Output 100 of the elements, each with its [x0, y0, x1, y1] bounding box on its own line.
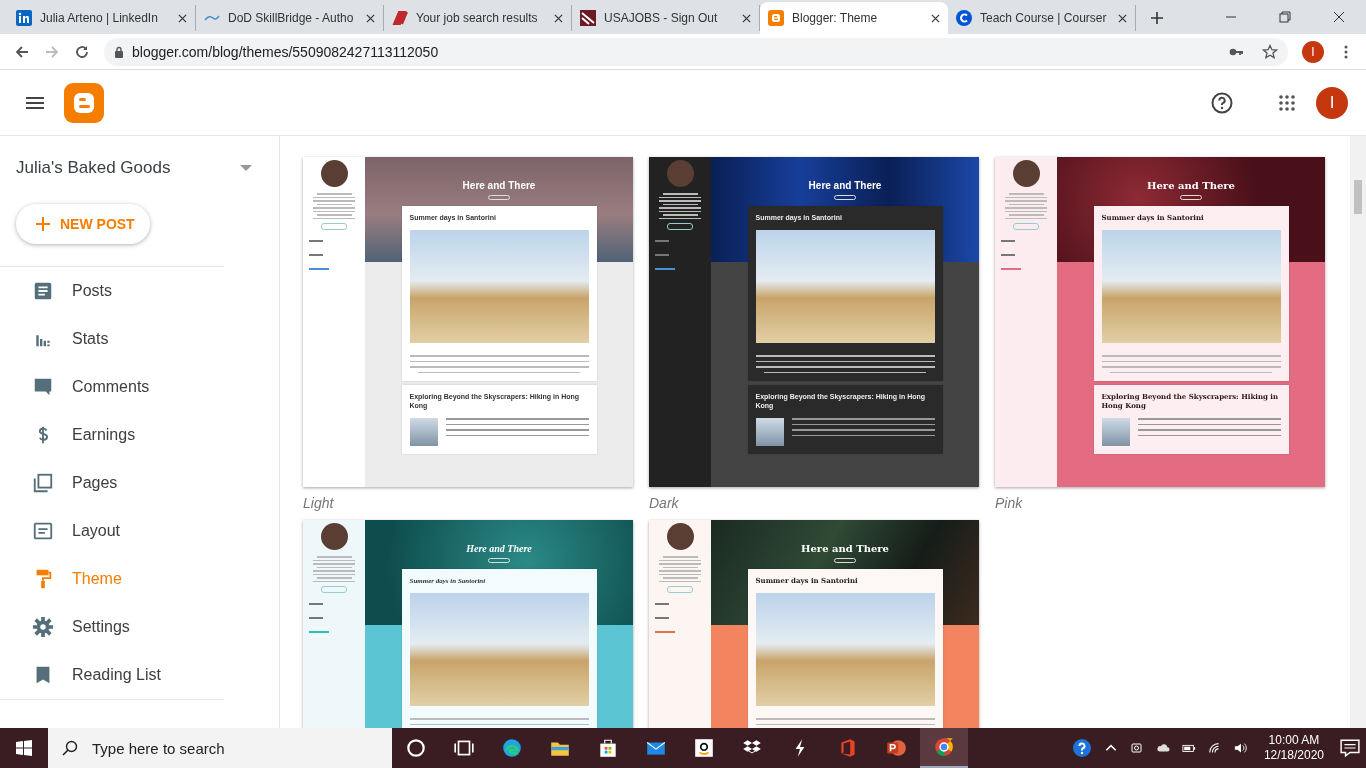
- close-icon[interactable]: [554, 13, 563, 23]
- subscribe-pill: [1180, 195, 1202, 200]
- browser-tab[interactable]: Blogger: Theme: [760, 2, 948, 34]
- nav-item[interactable]: Layout: [0, 507, 220, 555]
- nav-item[interactable]: Settings: [0, 603, 220, 651]
- star-icon[interactable]: [1262, 43, 1278, 60]
- plus-icon: [36, 217, 50, 231]
- taskbar-search-field[interactable]: Type here to search: [48, 728, 392, 768]
- theme-name: Light: [303, 495, 335, 511]
- apps-grid-icon[interactable]: [1278, 93, 1296, 112]
- pages-icon: [32, 472, 54, 494]
- blog-selector[interactable]: Julia's Baked Goods: [16, 156, 252, 180]
- speaker-icon[interactable]: [1233, 741, 1248, 755]
- tab-title: DoD SkillBridge - Autho: [228, 11, 355, 25]
- reload-icon[interactable]: [74, 43, 90, 60]
- theme-name: Pink: [995, 495, 1024, 511]
- restore-icon[interactable]: [1279, 11, 1291, 23]
- blog-title: Here and There: [808, 180, 882, 191]
- subscribe-pill: [834, 195, 856, 200]
- browser-tab[interactable]: USAJOBS - Sign Out: [572, 5, 760, 31]
- profile-pill: [667, 223, 693, 230]
- notifications-icon[interactable]: [1340, 738, 1360, 758]
- avatar-placeholder: [320, 523, 348, 550]
- linkedin-logo-icon: [16, 10, 32, 26]
- blog-title: Here and There: [801, 543, 889, 554]
- blogger-logo-icon[interactable]: [64, 82, 104, 123]
- profile-avatar[interactable]: I: [1316, 86, 1348, 119]
- avatar-placeholder: [666, 523, 694, 550]
- tab-title: USAJOBS - Sign Out: [604, 11, 719, 25]
- close-icon[interactable]: [178, 13, 187, 23]
- browser-tab[interactable]: Your job search results: [384, 5, 572, 31]
- nav-item[interactable]: Comments: [0, 363, 220, 411]
- sidebar-menu-lines: [309, 240, 329, 270]
- nav-item[interactable]: Posts: [0, 267, 220, 315]
- blogger-logo-icon: [768, 10, 784, 26]
- cloud-icon[interactable]: [1155, 741, 1170, 755]
- menu-icon[interactable]: [26, 96, 44, 109]
- sidebar-menu-lines: [1001, 240, 1021, 270]
- profile-pill: [1013, 223, 1039, 230]
- search-icon: [62, 740, 78, 756]
- close-icon[interactable]: [1118, 13, 1127, 23]
- tab-title: Julia Arteno | LinkedIn: [40, 11, 159, 25]
- profile-pill: [321, 223, 347, 230]
- powerpoint-icon[interactable]: [885, 737, 907, 759]
- cortana-circle-icon[interactable]: [405, 737, 427, 759]
- profile-avatar[interactable]: I: [1302, 40, 1324, 63]
- close-icon[interactable]: [742, 13, 751, 23]
- subscribe-pill: [488, 558, 510, 563]
- lock-icon: [114, 45, 124, 58]
- sidebar-menu-lines: [655, 240, 675, 270]
- camera-icon[interactable]: [1129, 741, 1144, 755]
- photo-placeholder: [409, 418, 438, 447]
- layout-icon: [32, 520, 54, 542]
- photo-placeholder: [1101, 418, 1130, 447]
- tab-title: Teach Course | Courser: [980, 11, 1108, 25]
- browser-tab[interactable]: Julia Arteno | LinkedIn: [8, 5, 196, 31]
- subscribe-pill: [488, 195, 510, 200]
- coursera-logo-icon: [956, 10, 972, 26]
- scrollbar[interactable]: [1350, 136, 1366, 728]
- blog-title: Here and There: [466, 543, 532, 554]
- help-icon[interactable]: [1210, 90, 1234, 115]
- new-tab-icon[interactable]: [1150, 11, 1164, 25]
- profile-pill: [667, 586, 693, 593]
- store-bag-icon[interactable]: [597, 737, 619, 759]
- tab-title: Your job search results: [416, 11, 539, 25]
- blog-title: Here and There: [462, 180, 536, 191]
- nav-item[interactable]: Pages: [0, 459, 220, 507]
- edge-browser-icon[interactable]: [501, 737, 523, 759]
- amazon-app-icon[interactable]: [693, 737, 715, 759]
- close-window-icon[interactable]: [1333, 11, 1345, 23]
- browser-tab[interactable]: Teach Course | Courser: [948, 5, 1136, 31]
- help-icon[interactable]: [1071, 738, 1092, 758]
- sidebar-menu-lines: [655, 603, 675, 633]
- avatar-placeholder: [320, 160, 348, 187]
- caret-icon: [240, 165, 252, 171]
- nav-item[interactable]: Earnings: [0, 411, 220, 459]
- wifi-icon[interactable]: [1207, 741, 1222, 755]
- avatar-placeholder: [666, 160, 694, 187]
- blog-name: Julia's Baked Goods: [16, 158, 171, 178]
- profile-pill: [321, 586, 347, 593]
- windows-start-icon[interactable]: [16, 740, 32, 756]
- browser-tab[interactable]: DoD SkillBridge - Autho: [196, 5, 384, 31]
- stripes-logo-icon: [392, 10, 408, 26]
- back-arrow-icon[interactable]: [14, 43, 30, 60]
- url-text: blogger.com/blog/themes/5509082427113112050: [132, 43, 439, 60]
- photo-placeholder: [755, 418, 784, 447]
- close-icon[interactable]: [366, 13, 375, 23]
- flag-logo-icon: [580, 10, 596, 26]
- sidebar-menu-lines: [309, 603, 329, 633]
- close-icon[interactable]: [931, 13, 940, 23]
- address-bar[interactable]: blogger.com/blog/themes/5509082427113112050: [104, 37, 1288, 66]
- tab-title: Blogger: Theme: [792, 11, 879, 25]
- avatar-placeholder: [1012, 160, 1040, 187]
- chrome-browser-icon[interactable]: [933, 736, 955, 758]
- blog-title: Here and There: [1147, 180, 1235, 191]
- nav-item[interactable]: Reading List: [0, 651, 220, 699]
- document-icon: [32, 280, 54, 302]
- nav-item[interactable]: Stats: [0, 315, 220, 363]
- theme-name: Dark: [649, 495, 680, 511]
- clock[interactable]: 10:00 AM 12/18/2020: [1263, 733, 1324, 763]
